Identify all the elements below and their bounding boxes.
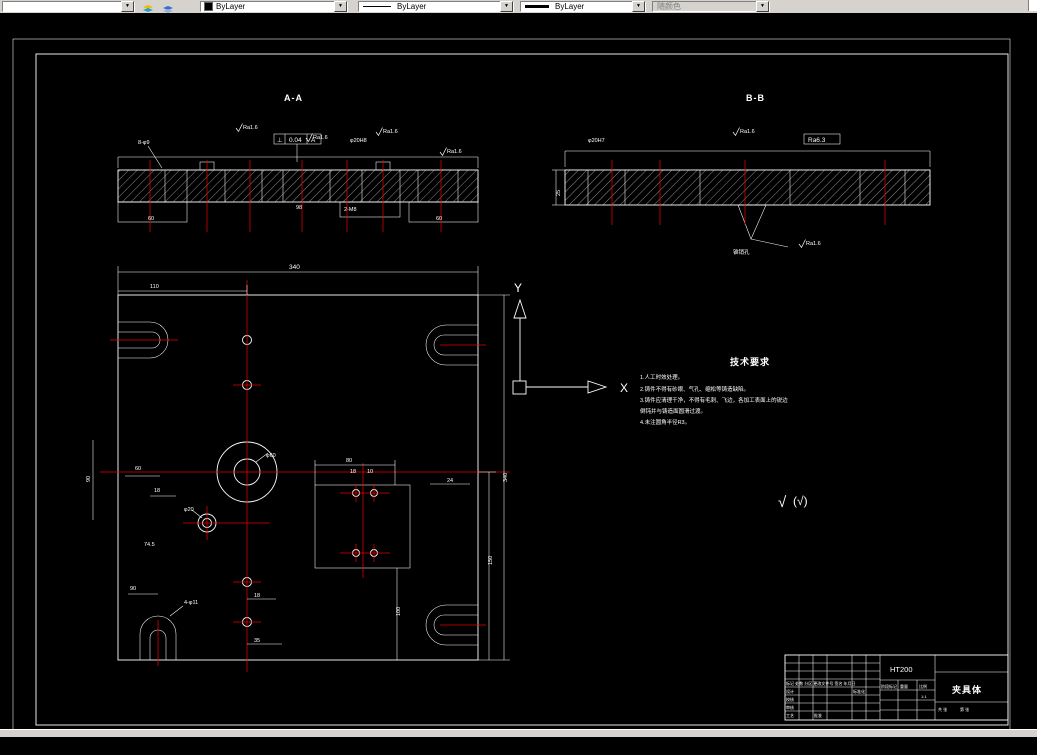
dim-label: 74.5 [144,542,155,548]
layer-previous-button[interactable] [159,1,177,13]
chevron-down-icon[interactable]: ▼ [632,1,645,12]
dim-label: 10 [367,469,373,475]
color-swatch [204,2,213,11]
dim-label: 18 [154,488,160,494]
scale-value: 1:1 [921,694,927,699]
dim-label: φ20H7 [588,138,605,144]
tech-line: 2.铸件不得有砂眼、气孔、缩松等铸造缺陷。 [640,385,749,393]
make-layer-current-button[interactable] [139,1,157,12]
gdt-symbol: ⊥ [277,137,283,144]
dim-label: 90 [86,476,92,482]
dim-label: φ20H8 [350,138,367,144]
finish-symbol: √ [778,494,787,511]
roughness-label: Ra1.6 [447,149,462,155]
roughness-box-label: Ra6.3 [808,137,826,144]
coordinate-axes: Y X [512,281,628,395]
revision-header: 标记 处数 分区 更改文件号 签名 年月日 [786,680,856,686]
process-cell: 工艺 [786,713,794,718]
dim-label: φ60 [266,453,276,459]
linetype-sample [363,6,391,7]
cad-drawing: A-A ⊥ 0.04 A 8-φ9 Ra1.6 Ra1.6 Ra1.6 Ra1.… [12,38,1011,732]
check-cell: 校核 [786,696,794,702]
chevron-down-icon[interactable]: ▼ [500,1,513,12]
object-properties-toolbar: ▼ ByLayer ▼ ByLayer ▼ ByLayer ▼ 随颜色 ▼ [0,0,1037,13]
layer-control[interactable]: ▼ [2,1,135,12]
dim-label: 150 [488,556,494,565]
sheets-cell: 共 张 [938,706,947,712]
chevron-down-icon[interactable]: ▼ [121,1,134,12]
dim-label: 98 [296,205,302,211]
roughness-label: Ra1.6 [313,135,328,141]
dim-label: 110 [150,284,159,290]
dim-label: 35 [254,638,260,644]
dim-label: 18 [350,469,356,475]
approve-cell: 批准 [814,712,822,718]
lineweight-control[interactable]: ByLayer ▼ [520,1,646,12]
sheet-frame [12,38,1011,732]
roughness-label: Ra1.6 [243,125,258,131]
tech-line: 4.未注圆角半径R3。 [640,418,690,426]
title-block: HT200 夹具体 标记 处数 分区 更改文件号 签名 年月日 设计 标准化 校… [784,654,1009,721]
tech-line: 1.人工时效处理。 [640,373,683,381]
section-a-view: A-A ⊥ 0.04 A 8-φ9 Ra1.6 Ra1.6 Ra1.6 Ra1.… [117,93,479,232]
roughness-label: Ra1.6 [806,241,821,247]
lineweight-sample [525,5,549,8]
dim-label: 60 [436,216,442,222]
color-control[interactable]: ByLayer ▼ [200,1,348,12]
dim-label: φ20 [184,507,194,513]
dim-label: 100 [396,607,402,616]
dim-label: 2-M8 [344,207,357,213]
dim-label: 60 [135,466,141,472]
review-cell: 审核 [786,704,794,710]
dim-label: 8-φ9 [138,140,150,146]
roughness-label: Ra1.6 [383,129,398,135]
lineweight-control-value: ByLayer [555,2,585,11]
material-label: HT200 [890,665,913,674]
dim-label: 18 [254,593,260,599]
section-b-view: B-B Ra6.3 φ20H7 Ra1.6 25 锥销孔 Ra1.6 [552,93,931,256]
dim-label: 90 [130,586,136,592]
tech-line: 3.铸件应清理干净，不得有毛刺、飞边，各加工表面上的锐边 [640,396,788,404]
tech-line: 倒钝并与铸造面圆滑过渡。 [640,407,706,415]
plotstyle-control: 随颜色 ▼ [652,1,770,12]
note-label: 锥销孔 [733,248,750,256]
finish-symbol-paren: (√) [793,494,808,508]
scrollbar-corner [1028,0,1037,11]
dim-label: 80 [346,458,352,464]
design-cell: 设计 [786,688,794,694]
section-b-label: B-B [746,93,765,103]
gdt-tolerance: 0.04 [289,137,302,144]
hole-callout: 4-φ11 [184,600,198,606]
dim-label: 25 [556,190,562,196]
roughness-label: Ra1.6 [740,129,755,135]
section-a-label: A-A [284,93,303,103]
scale-cell: 比例 [919,683,927,689]
x-axis-label: X [620,381,628,395]
bottom-strip [0,729,1037,737]
chevron-down-icon[interactable]: ▼ [334,1,347,12]
plotstyle-control-value: 随颜色 [657,2,681,11]
linetype-control-value: ByLayer [397,2,427,11]
layers-icon [143,5,153,12]
drawing-canvas[interactable]: A-A ⊥ 0.04 A 8-φ9 Ra1.6 Ra1.6 Ra1.6 Ra1.… [0,13,1037,732]
technical-requirements: 技术要求 1.人工时效处理。 2.铸件不得有砂眼、气孔、缩松等铸造缺陷。 3.铸… [640,356,788,426]
part-name: 夹具体 [952,684,982,695]
sheet-cell: 第 张 [960,706,969,712]
y-axis-label: Y [514,281,522,295]
dim-label: 340 [289,264,300,271]
dim-label: 340 [503,473,509,482]
plan-view: 340 110 60 90 18 74.5 90 4-φ11 φ60 φ20 8… [86,264,510,672]
standardization-cell: 标准化 [853,688,865,694]
stage-cell: 阶段标记 [881,683,897,689]
dim-label: 24 [447,478,453,484]
weight-cell: 重量 [900,683,908,689]
linetype-control[interactable]: ByLayer ▼ [358,1,514,12]
dim-label: 60 [148,216,154,222]
surface-finish-note: √ (√) [778,494,808,511]
tech-requirements-title: 技术要求 [730,356,770,367]
color-control-value: ByLayer [216,2,246,11]
chevron-down-icon: ▼ [756,1,769,12]
layer-previous-icon [163,6,173,13]
